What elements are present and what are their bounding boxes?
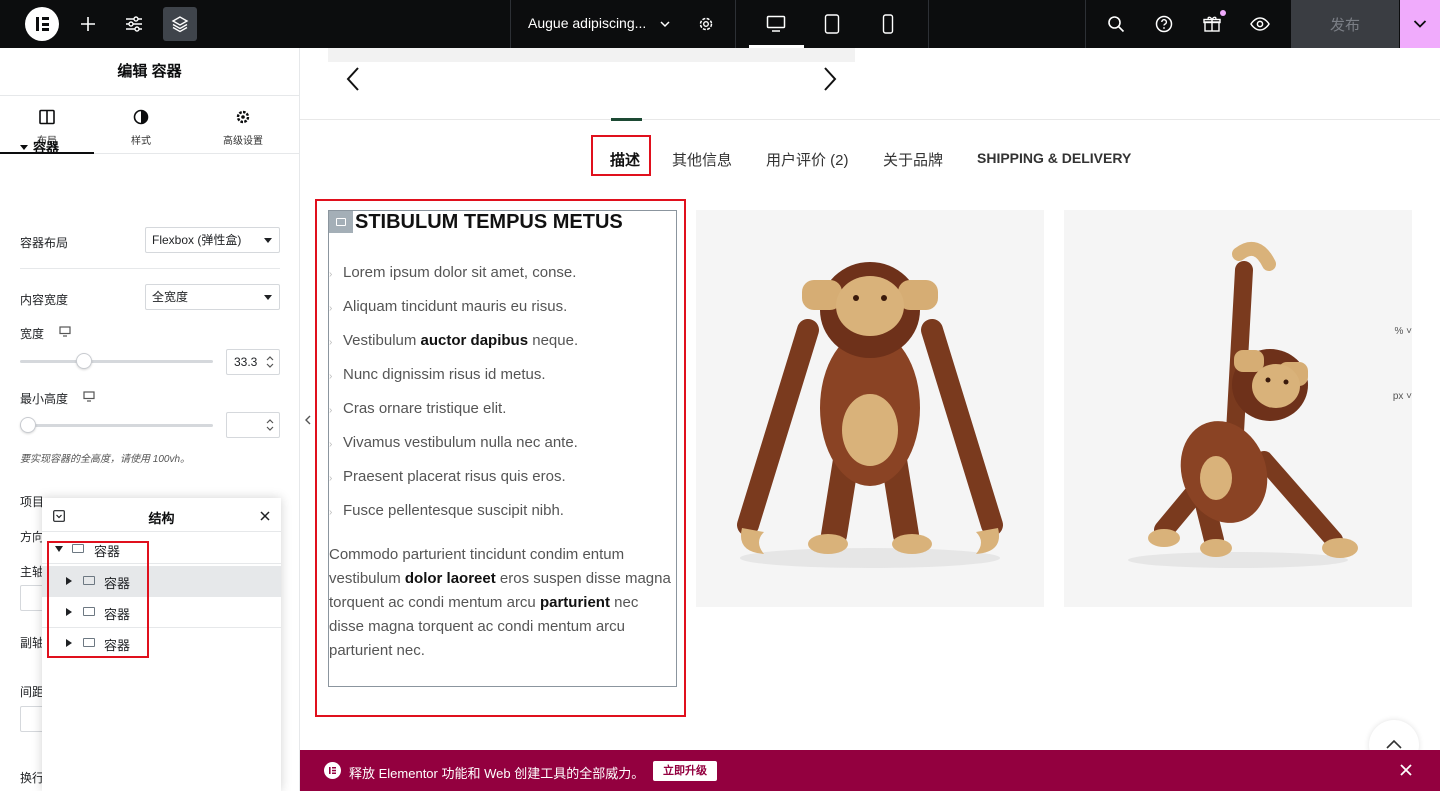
eye-icon xyxy=(1250,17,1270,31)
highlight-box-tab xyxy=(591,135,651,176)
chevron-left-icon[interactable] xyxy=(345,65,361,93)
highlight-box-structure xyxy=(47,541,149,658)
structure-header: 结构 xyxy=(42,498,281,532)
width-label: 宽度 xyxy=(20,327,45,341)
min-height-input[interactable] xyxy=(226,412,280,438)
width-value: 33.3 xyxy=(234,355,258,369)
width-input[interactable]: 33.3 xyxy=(226,349,280,375)
align-label: 副轴 xyxy=(20,636,45,650)
gear-icon xyxy=(699,17,713,31)
preview-button[interactable] xyxy=(1243,7,1277,41)
tab-additional-info[interactable]: 其他信息 xyxy=(672,149,732,170)
justify-label: 主轴 xyxy=(20,565,45,579)
container-layout-select[interactable]: Flexbox (弹性盒) xyxy=(145,227,280,253)
gap-label: 间距 xyxy=(20,685,45,699)
notification-dot xyxy=(1220,10,1226,16)
half-circle-icon xyxy=(133,109,149,125)
content-width-label: 内容宽度 xyxy=(20,293,69,307)
gift-icon xyxy=(1203,16,1221,32)
tab-label: 高级设置 xyxy=(223,136,263,147)
spinner-icon[interactable] xyxy=(266,355,274,369)
help-icon xyxy=(1155,15,1173,33)
add-element-button[interactable] xyxy=(71,7,105,41)
tab-label: 样式 xyxy=(131,136,151,147)
container-layout-label: 容器布局 xyxy=(20,236,69,250)
wooden-monkey-hanging-image xyxy=(1128,241,1358,568)
search-icon xyxy=(1108,16,1125,33)
close-icon[interactable] xyxy=(260,511,270,521)
elementor-logo-icon xyxy=(324,762,341,779)
min-height-slider-handle[interactable] xyxy=(20,417,36,433)
gear-icon xyxy=(236,110,250,124)
tab-advanced[interactable]: 高级设置 xyxy=(196,108,290,147)
tabs-divider xyxy=(300,119,1440,120)
mobile-icon xyxy=(882,14,894,34)
content-width-select[interactable]: 全宽度 xyxy=(145,284,280,310)
tab-style[interactable]: 样式 xyxy=(94,108,188,147)
wrap-label: 换行 xyxy=(20,771,45,785)
chevron-up-icon xyxy=(1386,739,1402,749)
unit-label: px xyxy=(1392,391,1404,402)
publish-button[interactable]: 发布 xyxy=(1291,0,1399,48)
desktop-view-button[interactable] xyxy=(759,7,793,41)
upgrade-button[interactable]: 立即升级 xyxy=(653,761,717,781)
chevron-down-icon xyxy=(1413,20,1427,28)
width-unit-select[interactable]: % ˅ xyxy=(1394,326,1412,337)
desktop-icon[interactable] xyxy=(83,391,95,402)
product-image[interactable] xyxy=(1064,210,1412,607)
site-settings-button[interactable] xyxy=(117,7,151,41)
top-bar: Augue adipiscing... 发布 xyxy=(0,0,1440,48)
tablet-view-button[interactable] xyxy=(815,7,849,41)
direction-label: 方向 xyxy=(20,530,45,544)
tab-shipping-delivery[interactable]: SHIPPING & DELIVERY xyxy=(977,150,1131,166)
wooden-monkey-sitting-image xyxy=(737,262,1003,568)
document-title[interactable]: Augue adipiscing... xyxy=(528,15,646,31)
chevron-right-icon[interactable] xyxy=(822,65,838,93)
product-image[interactable] xyxy=(696,210,1044,607)
panel-collapse-button[interactable] xyxy=(300,400,316,440)
active-tab-indicator xyxy=(611,118,642,121)
sliders-icon xyxy=(126,16,142,32)
search-button[interactable] xyxy=(1099,7,1133,41)
tab-about-brand[interactable]: 关于品牌 xyxy=(883,149,943,170)
promo-banner: 释放 Elementor 功能和 Web 创建工具的全部威力。 立即升级 xyxy=(300,750,1440,791)
min-height-hint: 要实现容器的全高度，请使用 100vh。 xyxy=(20,454,191,465)
layers-icon xyxy=(171,16,189,33)
min-height-unit-select[interactable]: px ˅ xyxy=(1393,391,1412,402)
publish-options-button[interactable] xyxy=(1400,0,1440,48)
layout-icon xyxy=(39,109,55,125)
structure-button[interactable] xyxy=(163,7,197,41)
desktop-icon xyxy=(766,15,786,32)
items-label: 项目 xyxy=(20,495,45,509)
page-settings-button[interactable] xyxy=(689,7,723,41)
unit-label: % xyxy=(1394,326,1404,337)
min-height-slider[interactable] xyxy=(20,424,213,427)
promo-text: 释放 Elementor 功能和 Web 创建工具的全部威力。 xyxy=(349,766,645,781)
panel-title: 编辑 容器 xyxy=(0,48,299,96)
tablet-icon xyxy=(824,14,840,34)
section-container-toggle[interactable]: 容器 xyxy=(20,137,59,156)
help-button[interactable] xyxy=(1147,7,1181,41)
chevron-down-icon[interactable] xyxy=(659,18,671,30)
mobile-view-button[interactable] xyxy=(871,7,905,41)
desktop-icon[interactable] xyxy=(59,326,71,337)
structure-title: 结构 xyxy=(148,511,175,526)
divider xyxy=(20,268,280,269)
highlight-box-description xyxy=(315,199,686,717)
width-slider[interactable] xyxy=(20,360,213,363)
spinner-icon[interactable] xyxy=(266,418,274,432)
close-icon[interactable] xyxy=(1399,763,1413,777)
chevron-left-icon xyxy=(305,415,311,425)
plus-icon xyxy=(81,17,95,31)
min-height-label: 最小高度 xyxy=(20,392,69,406)
tab-reviews[interactable]: 用户评价 (2) xyxy=(766,149,849,170)
elementor-logo-icon[interactable] xyxy=(25,7,59,41)
gallery-strip xyxy=(328,48,855,62)
